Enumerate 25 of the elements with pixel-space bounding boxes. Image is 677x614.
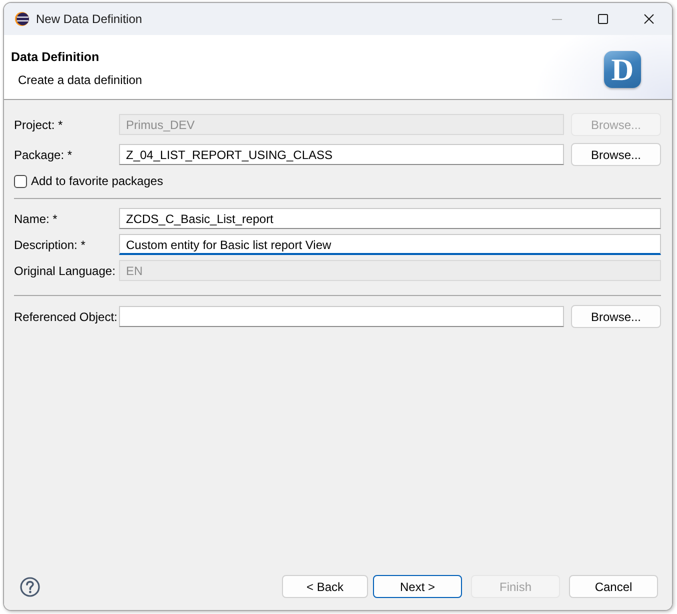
field-label: Package: * (14, 148, 74, 162)
wizard-logo: D (604, 50, 641, 88)
browse-button[interactable]: Browse... (571, 143, 661, 166)
checkbox[interactable] (14, 174, 27, 188)
field-label: Original Language: (14, 264, 116, 278)
browse-button[interactable]: Browse... (571, 305, 661, 328)
field-label: Description: * (14, 238, 86, 252)
field-label: Project: * (14, 118, 64, 132)
close-icon[interactable] (644, 14, 654, 24)
wizard-button[interactable]: < Back (282, 575, 368, 598)
maximize-icon[interactable] (598, 14, 608, 24)
text-field[interactable]: Z_04_LIST_REPORT_USING_CLASS (119, 144, 564, 165)
text-field[interactable]: Custom entity for Basic list report View (119, 234, 661, 255)
page-description: Create a data definition (18, 72, 142, 86)
app-icon (15, 12, 29, 26)
checkbox-label[interactable]: Add to favorite packages (31, 174, 164, 188)
wizard-button[interactable]: Next > (373, 575, 462, 598)
wizard-button[interactable]: Cancel (569, 575, 658, 598)
field-label: Name: * (14, 212, 58, 226)
page-title: Data Definition (11, 50, 100, 64)
window-title: New Data Definition (36, 12, 142, 26)
text-field[interactable] (119, 306, 564, 327)
field-label: Referenced Object: (14, 310, 118, 324)
text-field[interactable]: ZCDS_C_Basic_List_report (119, 208, 661, 229)
help-icon[interactable] (20, 576, 40, 596)
